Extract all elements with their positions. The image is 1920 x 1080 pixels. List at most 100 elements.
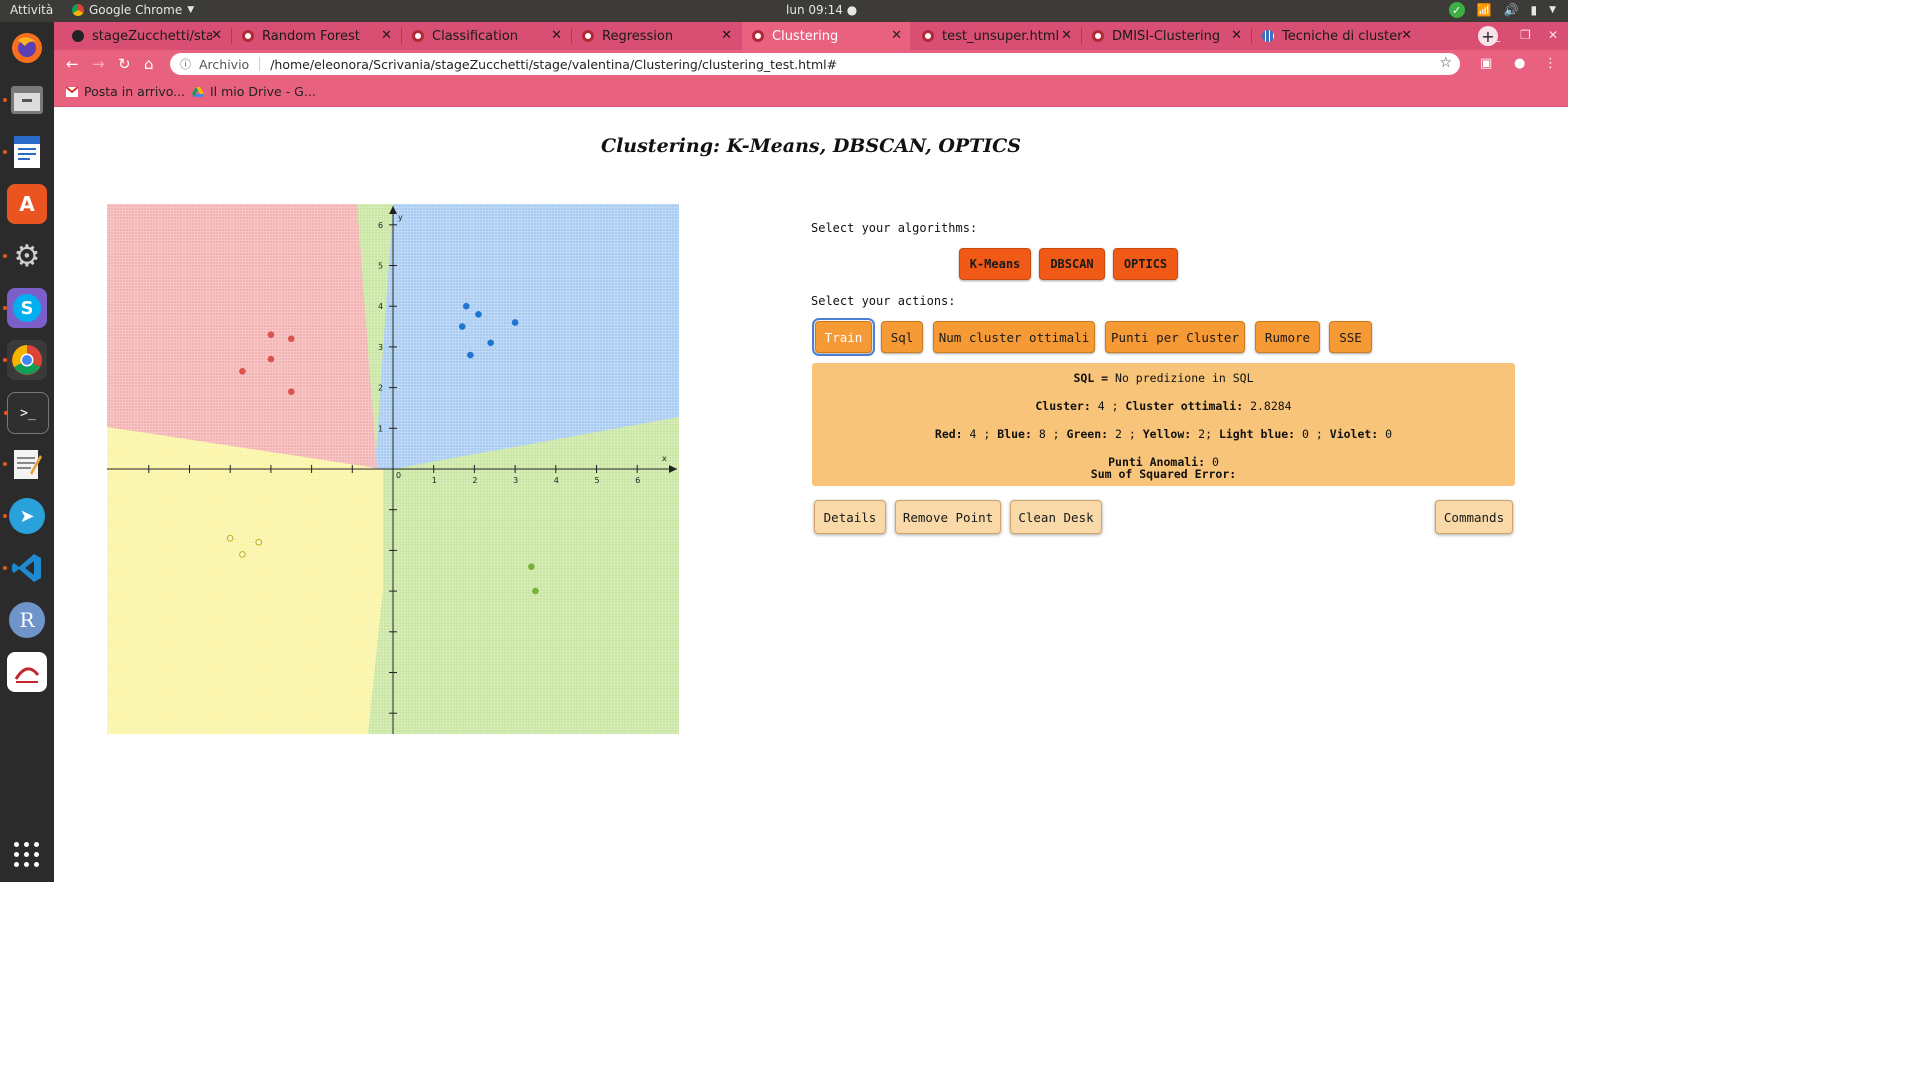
settings-icon[interactable]: ⚙ — [3, 236, 47, 276]
close-tab-icon[interactable]: ✕ — [1231, 28, 1242, 43]
browser-toolbar: ← → ↻ ⌂ ⓘ Archivio /home/eleonora/Scriva… — [54, 50, 1568, 78]
x-tick-label: 1 — [432, 476, 437, 485]
url-text[interactable]: /home/eleonora/Scrivania/stageZucchetti/… — [270, 57, 837, 72]
data-point-blue — [511, 319, 519, 326]
chrome-dock-icon[interactable] — [3, 340, 47, 380]
telegram-icon[interactable]: ➤ — [3, 496, 47, 536]
app-name: Google Chrome — [89, 3, 183, 17]
close-tab-icon[interactable]: ✕ — [211, 28, 222, 43]
origin-label: 0 — [396, 471, 401, 480]
tab-dmisi-clustering[interactable]: DMISI-Clustering ✕ — [1082, 22, 1250, 50]
green-count: 2 — [1115, 427, 1122, 441]
data-point-yellow — [239, 551, 246, 558]
volume-icon[interactable]: 🔊 — [1504, 3, 1519, 17]
tab-label: Regression — [602, 28, 674, 44]
data-point-blue — [458, 323, 466, 330]
app-menu[interactable]: Google Chrome ▼ — [72, 3, 194, 17]
tab-label: DMISI-Clustering — [1112, 28, 1221, 44]
close-window-icon[interactable]: ✕ — [1548, 28, 1558, 42]
page-title: Clustering: K-Means, DBSCAN, OPTICS — [600, 135, 1022, 157]
power-menu-icon[interactable]: ▼ — [1549, 5, 1556, 15]
terminal-icon[interactable]: >_ — [4, 392, 49, 434]
wifi-icon[interactable]: 📶 — [1477, 3, 1492, 17]
yellow-label: Yellow: — [1142, 427, 1192, 441]
sql-result: SQL = No predizione in SQL — [812, 371, 1515, 385]
sql-button[interactable]: Sql — [881, 321, 923, 353]
files-icon[interactable] — [3, 80, 47, 120]
kmeans-button[interactable]: K-Means — [959, 248, 1031, 280]
bookmark-gmail[interactable]: Posta in arrivo... — [66, 84, 185, 99]
close-tab-icon[interactable]: ✕ — [1061, 28, 1072, 43]
clean-desk-button[interactable]: Clean Desk — [1010, 500, 1102, 534]
skype-preview-icon[interactable]: S — [3, 288, 47, 328]
extension-icon[interactable]: ▣ — [1480, 56, 1492, 71]
show-applications-icon[interactable] — [14, 842, 40, 868]
clock[interactable]: lun 09:14 ● — [786, 3, 857, 17]
chrome-icon — [72, 4, 84, 16]
vscode-icon[interactable] — [3, 548, 47, 588]
r-studio-icon[interactable]: R — [7, 600, 47, 640]
activities-button[interactable]: Attività — [10, 3, 53, 17]
x-tick-label: 5 — [595, 476, 600, 485]
forward-icon[interactable]: → — [92, 55, 105, 73]
info-icon[interactable]: ⓘ — [180, 56, 191, 72]
writer-icon[interactable] — [3, 132, 47, 172]
dbscan-button[interactable]: DBSCAN — [1039, 248, 1105, 280]
menu-icon[interactable]: ⋮ — [1544, 56, 1557, 71]
close-tab-icon[interactable]: ✕ — [721, 28, 732, 43]
tab-tecniche-clustering[interactable]: Tecniche di clustering ✕ — [1252, 22, 1420, 50]
points-per-cluster-button[interactable]: Punti per Cluster — [1105, 321, 1245, 353]
tab-regression[interactable]: Regression ✕ — [572, 22, 740, 50]
tab-classification[interactable]: Classification ✕ — [402, 22, 570, 50]
address-bar[interactable]: ⓘ Archivio /home/eleonora/Scrivania/stag… — [170, 53, 1460, 75]
data-point-red — [267, 355, 275, 363]
yellow-count: 2 — [1198, 427, 1206, 441]
profile-avatar[interactable]: ● — [1514, 56, 1525, 71]
web-page: Clustering: K-Means, DBSCAN, OPTICS 1 2 3 4… — [54, 107, 1568, 882]
y-tick-label: 5 — [378, 262, 383, 271]
firefox-icon[interactable] — [7, 28, 47, 68]
optimal-clusters-button[interactable]: Num cluster ottimali — [933, 321, 1095, 353]
page-icon — [1092, 30, 1104, 42]
maximize-icon[interactable]: ❐ — [1520, 28, 1531, 42]
bookmark-star-icon[interactable]: ☆ — [1439, 55, 1452, 71]
home-icon[interactable]: ⌂ — [144, 55, 154, 73]
tab-clustering[interactable]: Clustering ✕ — [742, 22, 910, 50]
sse-button[interactable]: SSE — [1329, 321, 1372, 353]
tab-test-unsuper[interactable]: test_unsuper.html ✕ — [912, 22, 1080, 50]
tab-stagezucchetti[interactable]: stageZucchetti/stage ✕ — [62, 22, 230, 50]
light-blue-count: 0 — [1302, 427, 1309, 441]
data-point-blue — [462, 302, 470, 310]
actions-label: Select your actions: — [811, 294, 956, 308]
reload-icon[interactable]: ↻ — [118, 55, 131, 73]
software-center-icon[interactable]: A — [7, 184, 47, 224]
bookmark-drive[interactable]: Il mio Drive - G... — [192, 84, 316, 99]
bookmark-label: Posta in arrivo... — [84, 84, 186, 99]
clustering-plot[interactable]: 1 2 3 4 5 6 1 2 3 4 5 6 0 x y — [107, 204, 679, 734]
train-button[interactable]: Train — [812, 318, 875, 356]
system-tray[interactable]: ✓ 📶 🔊 ▮ ▼ — [1448, 2, 1556, 18]
dock: A ⚙ S >_ ➤ R — [0, 22, 54, 882]
y-tick-label: 6 — [378, 221, 383, 230]
back-icon[interactable]: ← — [66, 55, 79, 73]
commands-button[interactable]: Commands — [1435, 500, 1513, 534]
remove-point-button[interactable]: Remove Point — [895, 500, 1001, 534]
page-icon — [582, 30, 594, 42]
optics-button[interactable]: OPTICS — [1113, 248, 1178, 280]
minimize-icon[interactable]: _ — [1494, 28, 1500, 42]
battery-icon[interactable]: ▮ — [1530, 3, 1537, 17]
x-tick-label: 4 — [554, 476, 559, 485]
text-editor-icon[interactable] — [3, 444, 47, 484]
document-viewer-icon[interactable] — [7, 652, 47, 692]
check-icon[interactable]: ✓ — [1448, 2, 1465, 18]
tab-label: Clustering — [772, 28, 839, 44]
close-tab-icon[interactable]: ✕ — [891, 28, 902, 43]
data-point-blue — [467, 351, 474, 359]
details-button[interactable]: Details — [814, 500, 886, 534]
close-tab-icon[interactable]: ✕ — [1401, 28, 1412, 43]
sql-label: SQL = — [1073, 371, 1109, 385]
close-tab-icon[interactable]: ✕ — [551, 28, 562, 43]
noise-button[interactable]: Rumore — [1255, 321, 1320, 353]
tab-random-forest[interactable]: Random Forest ✕ — [232, 22, 400, 50]
close-tab-icon[interactable]: ✕ — [381, 28, 392, 43]
